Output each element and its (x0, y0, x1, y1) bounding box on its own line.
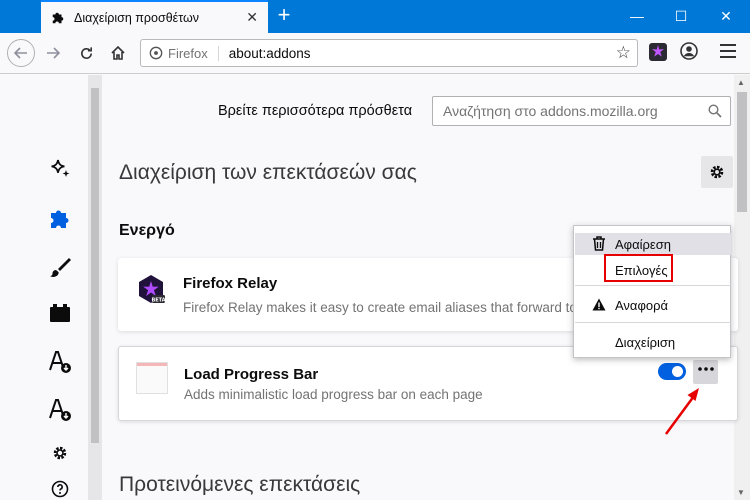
trash-icon (593, 236, 605, 251)
toggle-knob (672, 366, 683, 377)
sidebar-item-support[interactable] (47, 476, 73, 500)
tab-close-button[interactable]: ✕ (246, 10, 258, 24)
sidebar-item-dictionaries[interactable] (47, 397, 73, 423)
help-icon (51, 480, 69, 498)
addon-description: Firefox Relay makes it easy to create em… (183, 300, 577, 315)
plugin-icon (50, 304, 70, 322)
menu-item-label: Αναφορά (615, 297, 669, 313)
firefox-relay-toolbar-icon[interactable] (648, 42, 668, 62)
menu-item-remove[interactable]: Αφαίρεση (575, 233, 731, 255)
sidebar-item-recommendations[interactable] (47, 156, 73, 182)
warning-icon (592, 298, 606, 311)
minimize-button[interactable]: — (627, 6, 647, 26)
puzzle-icon (52, 12, 64, 23)
tools-gear-button[interactable] (701, 156, 733, 188)
options-highlight-box (604, 254, 673, 282)
section-heading-recommended: Προτεινόμενες επεκτάσεις (119, 473, 361, 496)
hamburger-menu-icon[interactable] (720, 44, 736, 58)
scroll-down-arrow-icon[interactable]: ▼ (737, 488, 745, 497)
addon-name[interactable]: Firefox Relay (183, 275, 277, 292)
menu-separator (575, 285, 731, 286)
tab-addons-manager[interactable]: Διαχείριση προσθέτων ✕ (41, 0, 268, 33)
identity-label: Firefox (168, 45, 219, 61)
home-icon (111, 45, 125, 60)
back-arrow-icon (14, 47, 27, 59)
addons-search-input[interactable] (433, 97, 688, 125)
forward-arrow-icon (47, 47, 60, 59)
addon-enable-toggle[interactable] (658, 363, 686, 380)
page-title: Διαχείριση των επεκτάσεών σας (119, 161, 417, 184)
sidebar-item-languages[interactable] (47, 349, 73, 375)
url-text[interactable]: about:addons (229, 46, 311, 61)
sparkle-icon (51, 159, 70, 177)
sidebar-item-plugins[interactable] (47, 300, 73, 326)
back-button[interactable] (7, 39, 35, 67)
progress-bar-icon (136, 362, 168, 394)
menu-item-report[interactable]: Αναφορά (575, 294, 731, 316)
language-icon (49, 351, 71, 373)
navigation-toolbar: Firefox about:addons ☆ (0, 33, 750, 74)
dictionary-icon (49, 399, 71, 421)
account-icon[interactable] (680, 42, 698, 60)
gear-icon (710, 165, 724, 179)
sidebar-item-settings[interactable] (47, 440, 73, 466)
addon-options-menu: Αφαίρεση Επιλογές Αναφορά Διαχείριση (573, 225, 731, 358)
tab-title: Διαχείριση προσθέτων (74, 10, 199, 25)
sidebar-item-extensions[interactable] (47, 205, 73, 231)
new-tab-button[interactable]: + (274, 4, 294, 26)
addons-search-box[interactable] (432, 96, 731, 126)
addon-description: Adds minimalistic load progress bar on e… (184, 387, 483, 402)
search-icon[interactable] (708, 104, 722, 118)
beta-badge: BETA (151, 297, 165, 303)
url-bar[interactable]: Firefox about:addons ☆ (140, 39, 638, 67)
gear-icon (53, 446, 67, 460)
forward-button[interactable] (40, 40, 66, 66)
brush-icon (50, 258, 71, 277)
more-options-button[interactable] (693, 360, 718, 384)
firefox-identity-icon (149, 46, 163, 60)
firefox-relay-icon: BETA (139, 275, 166, 303)
scroll-up-arrow-icon[interactable]: ▲ (737, 78, 745, 87)
title-bar: Διαχείριση προσθέτων ✕ + — ☐ ✕ (0, 0, 750, 33)
more-dots-icon (697, 367, 714, 371)
menu-separator (575, 322, 731, 323)
bookmark-star-icon[interactable]: ☆ (616, 43, 631, 63)
reload-button[interactable] (73, 40, 99, 66)
close-window-button[interactable]: ✕ (716, 6, 736, 26)
home-button[interactable] (105, 40, 131, 66)
addon-name[interactable]: Load Progress Bar (184, 366, 318, 383)
main-scrollbar-thumb[interactable] (737, 92, 747, 212)
menu-item-label: Διαχείριση (615, 334, 676, 350)
reload-icon (80, 46, 92, 59)
find-more-addons-label: Βρείτε περισσότερα πρόσθετα (218, 103, 413, 119)
section-heading-enabled: Ενεργό (119, 222, 175, 239)
menu-item-label: Αφαίρεση (615, 236, 671, 252)
maximize-button[interactable]: ☐ (671, 6, 691, 26)
puzzle-icon (51, 210, 69, 228)
menu-item-manage[interactable]: Διαχείριση (575, 331, 731, 353)
sidebar-scrollbar-thumb[interactable] (91, 88, 99, 443)
sidebar-item-themes[interactable] (47, 254, 73, 280)
